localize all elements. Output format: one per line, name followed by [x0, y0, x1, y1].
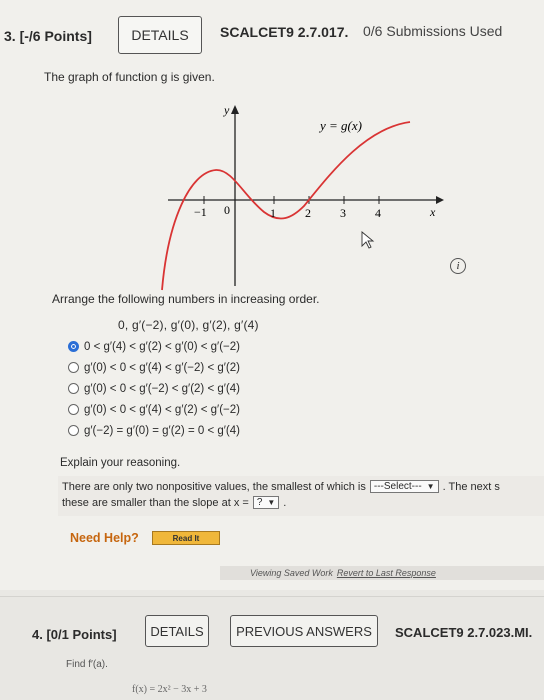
tick-label: 3 [340, 206, 346, 220]
function-formula: f(x) = 2x² − 3x + 3 [132, 684, 207, 695]
answer-option[interactable]: g′(0) < 0 < g′(−2) < g′(2) < g′(4) [68, 378, 240, 399]
reasoning-text: There are only two nonpositive values, t… [62, 480, 366, 493]
radio-button-selected[interactable] [68, 341, 79, 352]
mouse-cursor-icon [361, 231, 375, 249]
numbers-to-order: 0, g′(−2), g′(0), g′(2), g′(4) [118, 318, 259, 332]
option-label: 0 < g′(4) < g′(2) < g′(0) < g′(−2) [84, 340, 240, 353]
chevron-down-icon: ▼ [426, 482, 435, 491]
select-value: ---Select--- [373, 481, 422, 492]
need-help-label: Need Help? [70, 531, 139, 545]
tick-label: 1 [270, 206, 276, 220]
tick-label: 4 [375, 206, 381, 220]
previous-answers-button[interactable]: PREVIOUS ANSWERS [230, 615, 378, 647]
x-axis-arrow [436, 196, 444, 204]
question-points: 3. [-/6 Points] [4, 28, 92, 44]
y-axis-arrow [231, 105, 239, 114]
reasoning-box: There are only two nonpositive values, t… [58, 476, 544, 516]
revert-link[interactable]: Revert to Last Response [337, 568, 436, 578]
course-code: SCALCET9 2.7.023.MI. [395, 625, 533, 640]
question-prompt: Find f′(a). [66, 659, 108, 670]
reasoning-select-dropdown[interactable]: ---Select--- ▼ [369, 480, 439, 493]
saved-work-bar: Viewing Saved Work Revert to Last Respon… [220, 566, 544, 580]
question-3-header: 3. [-/6 Points] DETAILS SCALCET9 2.7.017… [0, 14, 544, 58]
radio-button[interactable] [68, 404, 79, 415]
option-label: g′(−2) = g′(0) = g′(2) = 0 < g′(4) [84, 424, 240, 437]
tick-label: 0 [224, 203, 230, 217]
option-label: g′(0) < 0 < g′(4) < g′(−2) < g′(2) [84, 361, 240, 374]
radio-button[interactable] [68, 362, 79, 373]
x-value-select-dropdown[interactable]: ? ▼ [252, 496, 280, 509]
option-label: g′(0) < 0 < g′(4) < g′(2) < g′(−2) [84, 403, 240, 416]
submissions-count: 0/6 Submissions Used [363, 23, 503, 39]
answer-option[interactable]: g′(0) < 0 < g′(4) < g′(2) < g′(−2) [68, 399, 240, 420]
question-3: 3. [-/6 Points] DETAILS SCALCET9 2.7.017… [0, 0, 544, 590]
reasoning-text: . The next s [442, 480, 500, 493]
question-4: 4. [0/1 Points] DETAILS PREVIOUS ANSWERS… [0, 596, 544, 700]
question-points: 4. [0/1 Points] [32, 627, 117, 642]
select-value: ? [256, 497, 263, 508]
answer-option[interactable]: g′(−2) = g′(0) = g′(2) = 0 < g′(4) [68, 420, 240, 441]
details-button[interactable]: DETAILS [145, 615, 209, 647]
reasoning-text: . [283, 496, 287, 509]
option-label: g′(0) < 0 < g′(−2) < g′(2) < g′(4) [84, 382, 240, 395]
explain-label: Explain your reasoning. [60, 457, 181, 469]
reasoning-text: these are smaller than the slope at x = [62, 496, 249, 509]
radio-button[interactable] [68, 425, 79, 436]
answer-options: 0 < g′(4) < g′(2) < g′(0) < g′(−2) g′(0)… [68, 336, 240, 441]
tick-label: 2 [305, 206, 311, 220]
saved-work-text: Viewing Saved Work [250, 568, 333, 578]
read-it-button[interactable]: Read It [152, 531, 220, 545]
info-icon[interactable]: i [450, 258, 466, 274]
function-graph: y x y = g(x) −1 0 1 2 3 4 [140, 100, 450, 291]
instruction-text: Arrange the following numbers in increas… [52, 292, 320, 306]
curve-label: y = g(x) [318, 118, 362, 133]
x-axis-label: x [429, 205, 436, 219]
course-code: SCALCET9 2.7.017. [220, 24, 349, 40]
chevron-down-icon: ▼ [267, 498, 276, 507]
tick-label: −1 [194, 205, 207, 219]
details-button[interactable]: DETAILS [118, 16, 202, 54]
question-prompt: The graph of function g is given. [44, 70, 215, 84]
radio-button[interactable] [68, 383, 79, 394]
answer-option[interactable]: 0 < g′(4) < g′(2) < g′(0) < g′(−2) [68, 336, 240, 357]
answer-option[interactable]: g′(0) < 0 < g′(4) < g′(−2) < g′(2) [68, 357, 240, 378]
y-axis-label: y [223, 103, 230, 117]
